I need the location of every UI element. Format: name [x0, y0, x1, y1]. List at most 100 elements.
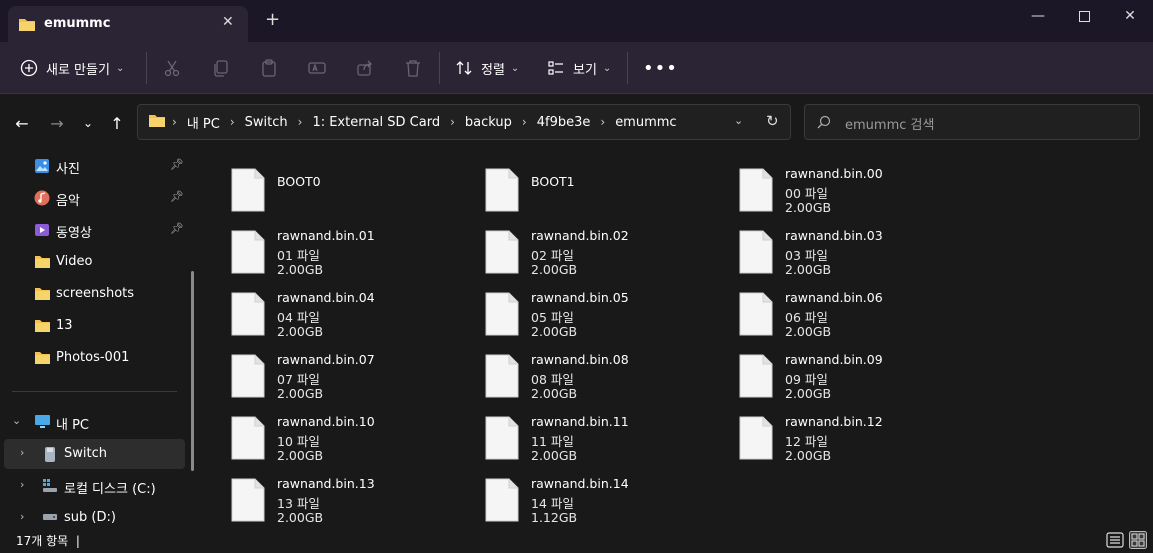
file-name: rawnand.bin.13: [277, 476, 375, 491]
crumb-backup[interactable]: backup: [465, 115, 512, 130]
sidebar-item-photos-001[interactable]: Photos-001: [0, 343, 185, 373]
sidebar-item-videos[interactable]: 동영상 📌︎: [0, 215, 185, 245]
file-name: BOOT0: [277, 174, 321, 189]
sidebar-scrollbar[interactable]: [191, 271, 194, 471]
status-bar: 17개 항목 |: [0, 529, 1153, 553]
file-item[interactable]: rawnand.bin.01 01 파일 2.00GB: [205, 218, 459, 280]
expand-chevron-icon[interactable]: ›: [20, 446, 24, 459]
file-item[interactable]: rawnand.bin.14 14 파일 1.12GB: [459, 466, 713, 528]
sort-button[interactable]: 정렬 ⌄: [455, 42, 519, 94]
expand-chevron-icon[interactable]: ⌄: [12, 414, 21, 427]
sd-card-icon: [44, 446, 56, 467]
search-box[interactable]: emummc 검색: [804, 104, 1140, 140]
details-view-icon[interactable]: [1106, 531, 1124, 549]
file-name: rawnand.bin.01: [277, 228, 375, 243]
delete-button[interactable]: [404, 42, 422, 94]
refresh-icon[interactable]: ↻: [766, 112, 779, 130]
crumb-external-sd[interactable]: 1: External SD Card: [312, 115, 440, 130]
toolbar-divider: [146, 52, 147, 84]
sidebar-item-label: Switch: [64, 446, 107, 461]
file-item[interactable]: BOOT0: [205, 156, 459, 218]
document-icon: [739, 292, 773, 336]
expand-chevron-icon[interactable]: ›: [20, 478, 24, 491]
sidebar-item-label: 동영상: [56, 226, 92, 241]
tiles-view-icon[interactable]: [1129, 531, 1147, 549]
sidebar-item-screenshots[interactable]: screenshots: [0, 279, 185, 309]
drive-icon: [42, 510, 58, 526]
file-size: 2.00GB: [785, 324, 832, 339]
close-icon[interactable]: ✕: [1107, 0, 1153, 32]
sidebar-item-this-pc[interactable]: ⌄ 내 PC: [0, 407, 185, 437]
maximize-icon[interactable]: [1061, 0, 1107, 32]
pin-icon[interactable]: 📌︎: [170, 190, 184, 203]
paste-icon: [262, 59, 276, 77]
pin-icon[interactable]: 📌︎: [170, 158, 184, 171]
sidebar-item-13[interactable]: 13: [0, 311, 185, 341]
crumb-this-pc[interactable]: 내 PC: [187, 113, 220, 132]
chevron-down-icon: ⌄: [115, 62, 125, 74]
pin-icon[interactable]: 📌︎: [170, 222, 184, 235]
expand-chevron-icon[interactable]: ›: [20, 510, 24, 523]
view-label: 보기: [573, 62, 597, 78]
pictures-icon: [34, 158, 50, 178]
tab-emummc[interactable]: emummc ✕: [8, 6, 248, 42]
file-name: rawnand.bin.08: [531, 352, 629, 367]
file-item[interactable]: rawnand.bin.04 04 파일 2.00GB: [205, 280, 459, 342]
more-icon[interactable]: •••: [643, 42, 678, 94]
file-item[interactable]: rawnand.bin.12 12 파일 2.00GB: [713, 404, 967, 466]
crumb-switch[interactable]: Switch: [245, 115, 288, 130]
sidebar-item-video[interactable]: Video: [0, 247, 185, 277]
folder-icon: [34, 286, 51, 305]
sidebar-item-label: 로컬 디스크 (C:): [64, 482, 156, 497]
sidebar-item-switch[interactable]: › Switch: [4, 439, 185, 469]
sidebar-item-pictures[interactable]: 사진 📌︎: [0, 151, 185, 181]
document-icon: [485, 416, 519, 460]
file-item[interactable]: rawnand.bin.06 06 파일 2.00GB: [713, 280, 967, 342]
file-item[interactable]: rawnand.bin.09 09 파일 2.00GB: [713, 342, 967, 404]
sidebar-item-sub-d[interactable]: › sub (D:): [0, 503, 185, 529]
address-history-chevron-icon[interactable]: ⌄: [734, 114, 743, 127]
address-bar[interactable]: › 내 PC › Switch › 1: External SD Card › …: [137, 104, 791, 140]
file-size: 2.00GB: [531, 324, 578, 339]
tab-close-icon[interactable]: ✕: [222, 14, 234, 30]
file-item[interactable]: rawnand.bin.00 00 파일 2.00GB: [713, 156, 967, 218]
file-item[interactable]: rawnand.bin.08 08 파일 2.00GB: [459, 342, 713, 404]
up-arrow-icon[interactable]: ↑: [105, 111, 129, 135]
back-arrow-icon[interactable]: ←: [10, 111, 34, 135]
plus-icon[interactable]: +: [265, 11, 280, 29]
crumb-4f9be3e[interactable]: 4f9be3e: [537, 115, 591, 130]
recent-locations-icon[interactable]: ⌄: [76, 111, 100, 135]
document-icon: [485, 168, 519, 212]
minimize-icon[interactable]: —: [1015, 0, 1061, 32]
rename-button[interactable]: [308, 42, 326, 94]
sidebar-item-local-disk-c[interactable]: › 로컬 디스크 (C:): [0, 471, 185, 501]
file-item[interactable]: rawnand.bin.13 13 파일 2.00GB: [205, 466, 459, 528]
sort-icon: [456, 61, 472, 75]
cut-button[interactable]: [163, 42, 181, 94]
file-item[interactable]: rawnand.bin.07 07 파일 2.00GB: [205, 342, 459, 404]
folder-icon: [34, 350, 51, 369]
toolbar-divider: [439, 52, 440, 84]
paste-button[interactable]: [260, 42, 278, 94]
folder-icon: [148, 113, 166, 132]
view-button[interactable]: 보기 ⌄: [547, 42, 611, 94]
file-item[interactable]: rawnand.bin.05 05 파일 2.00GB: [459, 280, 713, 342]
file-item[interactable]: BOOT1: [459, 156, 713, 218]
breadcrumb-separator-icon: ›: [521, 115, 527, 129]
breadcrumb: › 내 PC › Switch › 1: External SD Card › …: [148, 105, 681, 139]
forward-arrow-icon[interactable]: →: [45, 111, 69, 135]
crumb-emummc[interactable]: emummc: [615, 115, 676, 130]
file-name: rawnand.bin.07: [277, 352, 375, 367]
file-item[interactable]: rawnand.bin.10 10 파일 2.00GB: [205, 404, 459, 466]
file-item[interactable]: rawnand.bin.02 02 파일 2.00GB: [459, 218, 713, 280]
file-name: rawnand.bin.12: [785, 414, 883, 429]
file-item[interactable]: rawnand.bin.03 03 파일 2.00GB: [713, 218, 967, 280]
sidebar-item-label: screenshots: [56, 286, 135, 301]
file-item[interactable]: rawnand.bin.11 11 파일 2.00GB: [459, 404, 713, 466]
sidebar-item-music[interactable]: 음악 📌︎: [0, 183, 185, 213]
folder-icon: [34, 318, 51, 337]
copy-button[interactable]: [212, 42, 230, 94]
new-button[interactable]: 새로 만들기 ⌄: [20, 42, 124, 94]
share-button[interactable]: [356, 42, 374, 94]
copy-icon: [214, 60, 228, 77]
